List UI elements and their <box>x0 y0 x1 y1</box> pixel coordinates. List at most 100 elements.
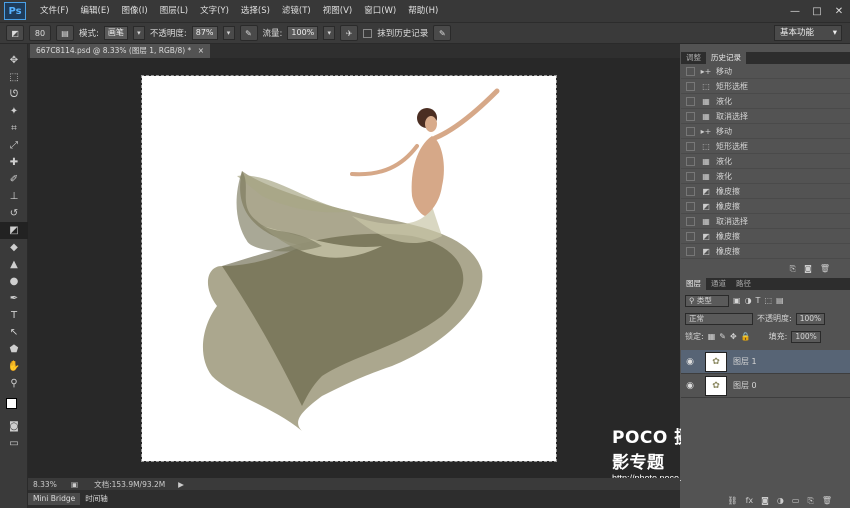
new-layer-icon[interactable]: ⎘ <box>807 496 813 506</box>
history-snapshot-checkbox[interactable] <box>686 81 695 91</box>
new-group-icon[interactable]: ▭ <box>792 496 800 506</box>
history-item[interactable]: ◩ 橡皮擦 <box>681 184 850 199</box>
workspace-select[interactable]: 基本功能 ▾ <box>774 25 842 41</box>
maximize-button[interactable]: □ <box>806 6 828 17</box>
adjustment-layer-icon[interactable]: ◑ <box>777 496 784 506</box>
airbrush-icon[interactable]: ✈ <box>340 25 359 41</box>
history-snapshot-checkbox[interactable] <box>686 111 695 121</box>
adjustment-filter-icon[interactable]: ◑ <box>745 296 752 305</box>
trash-icon[interactable]: 🗑 <box>822 496 832 506</box>
pressure-opacity-icon[interactable]: ✎ <box>239 25 258 41</box>
brush-tool-icon[interactable]: ✐ <box>0 171 28 188</box>
zoom-level[interactable]: 8.33% <box>33 480 65 489</box>
eraser-tool-icon[interactable]: ◩ <box>0 222 28 239</box>
history-snapshot-checkbox[interactable] <box>686 126 695 136</box>
magic-wand-tool-icon[interactable]: ✦ <box>0 103 28 120</box>
pen-tool-icon[interactable]: ✒ <box>0 290 28 307</box>
lock-position-icon[interactable]: ✥ <box>730 332 737 341</box>
history-snapshot-checkbox[interactable] <box>686 246 695 256</box>
flow-field[interactable]: 100% <box>287 26 319 40</box>
menu-view[interactable]: 视图(V) <box>317 0 358 22</box>
menu-help[interactable]: 帮助(H) <box>402 0 444 22</box>
shape-tool-icon[interactable]: ⬟ <box>0 341 28 358</box>
history-item[interactable]: ◩ 橡皮擦 <box>681 229 850 244</box>
history-item[interactable]: ▦ 取消选择 <box>681 109 850 124</box>
minimize-button[interactable]: — <box>784 6 806 17</box>
history-item[interactable]: ▦ 液化 <box>681 169 850 184</box>
color-swatches[interactable] <box>0 392 27 418</box>
canvas-area[interactable]: POCO 摄影专题 http://photo.poco.cn/ <box>28 58 694 483</box>
lasso-tool-icon[interactable]: ᘎ <box>0 86 28 103</box>
history-snapshot-checkbox[interactable] <box>686 141 695 151</box>
history-item[interactable]: ▸+ 移动 <box>681 64 850 79</box>
pixel-filter-icon[interactable]: ▣ <box>733 296 741 305</box>
tab-history[interactable]: 历史记录 <box>706 52 746 64</box>
blur-tool-icon[interactable]: ▲ <box>0 256 28 273</box>
layer-filter-select[interactable]: ⚲ 类型 <box>685 294 729 307</box>
mode-select[interactable]: 画笔 <box>103 26 128 40</box>
shape-filter-icon[interactable]: ⬚ <box>764 296 772 305</box>
eyedropper-tool-icon[interactable]: ⤢ <box>0 137 28 154</box>
menu-file[interactable]: 文件(F) <box>34 0 75 22</box>
eye-icon[interactable]: ◉ <box>681 381 699 391</box>
camera-icon[interactable]: ◙ <box>804 264 812 276</box>
document-canvas[interactable] <box>141 75 557 462</box>
history-item[interactable]: ◩ 橡皮擦 <box>681 199 850 214</box>
link-layers-icon[interactable]: ⛓ <box>727 496 737 506</box>
lock-all-icon[interactable]: 🔒 <box>741 332 751 341</box>
history-snapshot-checkbox[interactable] <box>686 66 695 76</box>
erase-to-history-checkbox[interactable] <box>363 28 373 38</box>
screen-mode-icon[interactable]: ▭ <box>0 435 28 452</box>
layer-opacity-field[interactable]: 100% <box>795 312 826 325</box>
foreground-color-swatch[interactable] <box>6 398 17 409</box>
trash-icon[interactable]: 🗑 <box>820 264 830 276</box>
history-item[interactable]: ▦ 取消选择 <box>681 214 850 229</box>
history-brush-tool-icon[interactable]: ↺ <box>0 205 28 222</box>
brush-panel-icon[interactable]: ▤ <box>56 25 74 41</box>
history-item[interactable]: ▦ 液化 <box>681 154 850 169</box>
tab-layers[interactable]: 图层 <box>681 278 706 290</box>
history-snapshot-checkbox[interactable] <box>686 96 695 106</box>
quick-mask-icon[interactable]: ◙ <box>0 418 28 435</box>
lock-pixels-icon[interactable]: ✎ <box>719 332 726 341</box>
close-button[interactable]: ✕ <box>828 6 850 17</box>
history-snapshot-checkbox[interactable] <box>686 186 695 196</box>
history-snapshot-checkbox[interactable] <box>686 201 695 211</box>
move-tool-icon[interactable]: ✥ <box>0 52 28 69</box>
pressure-size-icon[interactable]: ✎ <box>433 25 452 41</box>
history-item[interactable]: ◩ 橡皮擦 <box>681 244 850 259</box>
layer-mask-icon[interactable]: ◙ <box>761 496 769 506</box>
dodge-tool-icon[interactable]: ● <box>0 273 28 290</box>
tab-channels[interactable]: 通道 <box>706 278 731 290</box>
layer-row[interactable]: ◉ ✿ 图层 0 <box>681 374 850 398</box>
chevron-down-icon[interactable]: ▾ <box>132 26 145 40</box>
tab-mini-bridge[interactable]: Mini Bridge <box>28 493 81 505</box>
layer-name[interactable]: 图层 1 <box>733 356 757 367</box>
clone-stamp-tool-icon[interactable]: ⊥ <box>0 188 28 205</box>
history-item[interactable]: ▦ 液化 <box>681 94 850 109</box>
chevron-down-icon[interactable]: ▾ <box>222 26 235 40</box>
healing-brush-tool-icon[interactable]: ✚ <box>0 154 28 171</box>
menu-window[interactable]: 窗口(W) <box>358 0 402 22</box>
history-item[interactable]: ▸+ 移动 <box>681 124 850 139</box>
eraser-tool-preset-icon[interactable]: ◩ <box>6 25 24 41</box>
crop-tool-icon[interactable]: ⌗ <box>0 120 28 137</box>
brush-size-picker[interactable]: 80 <box>29 25 51 41</box>
type-filter-icon[interactable]: T <box>756 296 761 305</box>
layer-row[interactable]: ◉ ✿ 图层 1 <box>681 350 850 374</box>
layer-style-icon[interactable]: fx <box>746 496 754 506</box>
menu-layer[interactable]: 图层(L) <box>154 0 194 22</box>
paint-bucket-tool-icon[interactable]: ◆ <box>0 239 28 256</box>
new-document-from-state-icon[interactable]: ⎘ <box>790 264 796 276</box>
zoom-tool-icon[interactable]: ⚲ <box>0 375 28 392</box>
history-snapshot-checkbox[interactable] <box>686 156 695 166</box>
menu-edit[interactable]: 编辑(E) <box>75 0 116 22</box>
tab-paths[interactable]: 路径 <box>731 278 756 290</box>
opacity-field[interactable]: 87% <box>191 26 218 40</box>
chevron-down-icon[interactable]: ▾ <box>323 26 336 40</box>
close-icon[interactable]: × <box>198 46 204 55</box>
history-snapshot-checkbox[interactable] <box>686 216 695 226</box>
history-snapshot-checkbox[interactable] <box>686 231 695 241</box>
hand-tool-icon[interactable]: ✋ <box>0 358 28 375</box>
tab-timeline[interactable]: 时间轴 <box>80 493 113 505</box>
